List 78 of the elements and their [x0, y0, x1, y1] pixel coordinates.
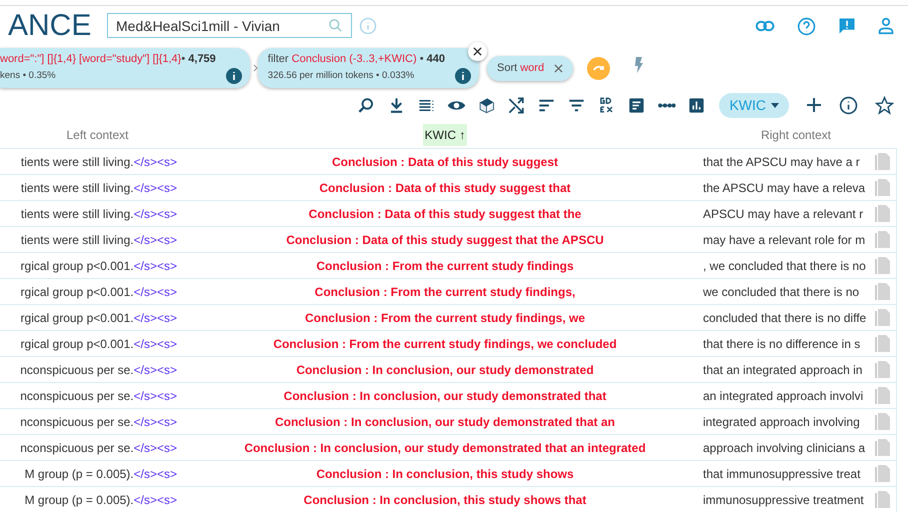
right-context: concluded that there is no diffe: [703, 310, 868, 326]
app-logo: ANCE: [8, 11, 92, 41]
left-context: tients were still living.</s><s>: [20, 206, 177, 222]
left-context: nconspicuous per se.</s><s>: [20, 362, 177, 378]
kwic-text[interactable]: Conclusion : From the current study findings: [316, 256, 574, 274]
right-context: that the APSCU may have a r: [703, 154, 861, 170]
left-context: rgical group p<0.001.</s><s>: [20, 310, 177, 326]
right-context: an integrated approach involvi: [703, 388, 864, 404]
right-context: , we concluded that there is no: [703, 258, 867, 274]
cube-icon[interactable]: [477, 96, 496, 114]
left-context: M group (p = 0.005).</s><s>: [24, 492, 177, 508]
star-icon[interactable]: [875, 96, 894, 114]
left-context: tients were still living.</s><s>: [20, 232, 177, 248]
view-dropdown[interactable]: KWIC: [719, 92, 789, 118]
bar-chart-icon[interactable]: [687, 96, 706, 114]
kwic-text[interactable]: Conclusion : Data of this study suggest that: [319, 178, 571, 196]
left-context: rgical group p<0.001.</s><s>: [20, 284, 177, 300]
right-context: may have a relevant role for m: [703, 232, 866, 248]
chevron-icon: [252, 64, 258, 72]
right-context: we concluded that there is no: [703, 284, 860, 300]
corpus-field[interactable]: Med&HealSci1mill - Vivian: [107, 13, 352, 38]
sort-chip[interactable]: Sort word: [486, 56, 574, 80]
kwic-text[interactable]: Conclusion : In conclusion, our study demonstrated that an integrated: [244, 438, 646, 456]
right-context: that immunosuppressive treat: [703, 466, 862, 482]
info-icon[interactable]: [839, 96, 858, 114]
caret-icon: [771, 102, 779, 108]
help-icon[interactable]: [797, 16, 816, 36]
search-icon: [328, 18, 343, 34]
query-chip[interactable]: word=":"] []{1,4} [word="study"] []{1,4}• 4,759 kens • 0.35%: [0, 48, 250, 88]
left-context: nconspicuous per se.</s><s>: [20, 388, 177, 404]
left-context: M group (p = 0.005).</s><s>: [24, 466, 177, 482]
column-header[interactable]: KWIC ↑: [422, 124, 468, 146]
kwic-text[interactable]: Conclusion : Data of this study suggest that the: [308, 204, 582, 222]
kwic-text[interactable]: Conclusion : Data of this study suggest: [332, 152, 558, 170]
close-icon[interactable]: [554, 64, 564, 72]
query-chip[interactable]: filter Conclusion (-3..3,+KWIC) • 440 326.56 per million tokens • 0.033%: [258, 48, 479, 88]
right-context: integrated approach involving: [703, 414, 861, 430]
document-icon[interactable]: [627, 96, 646, 114]
left-context: rgical group p<0.001.</s><s>: [20, 258, 177, 274]
right-context: immunosuppressive treatment: [703, 492, 865, 508]
redo-icon: [592, 64, 605, 72]
right-context: approach involving clinicians a: [703, 440, 866, 456]
info-icon[interactable]: [454, 68, 471, 84]
column-header[interactable]: Right context: [760, 124, 832, 146]
sort-label: Sort word: [496, 60, 544, 76]
left-context: tients were still living.</s><s>: [20, 180, 177, 196]
lightning-icon[interactable]: [634, 57, 644, 73]
query-stats: 326.56 per million tokens • 0.033%: [268, 69, 416, 84]
shuffle-icon[interactable]: [507, 96, 526, 114]
left-context: rgical group p<0.001.</s><s>: [20, 336, 177, 352]
left-context: nconspicuous per se.</s><s>: [20, 440, 177, 456]
link-icon[interactable]: [755, 19, 775, 33]
right-context: that there is no difference in s: [703, 336, 862, 352]
kwic-text[interactable]: Conclusion : In conclusion, our study demonstrated that: [284, 386, 606, 404]
info-icon[interactable]: [226, 68, 242, 84]
query-text: filter Conclusion (-3..3,+KWIC) • 440: [268, 52, 445, 68]
kwic-text[interactable]: Conclusion : From the current study findings, we concluded: [273, 334, 617, 352]
column-header[interactable]: Left context: [66, 124, 129, 146]
right-context: that an integrated approach in: [703, 362, 864, 378]
query-stats: kens • 0.35%: [0, 69, 57, 84]
kwic-text[interactable]: Conclusion : In conclusion, this study shows that: [304, 490, 586, 508]
user-icon[interactable]: [878, 17, 894, 35]
redo-button[interactable]: [587, 56, 610, 80]
kwic-text[interactable]: Conclusion : From the current study findings,: [314, 282, 576, 300]
right-context: the APSCU may have a releva: [703, 180, 866, 196]
kwic-text[interactable]: Conclusion : Data of this study suggest that the APSCU: [286, 230, 604, 248]
plus-icon[interactable]: [806, 97, 822, 113]
right-context: APSCU may have a relevant r: [703, 206, 864, 222]
close-button[interactable]: [468, 42, 487, 62]
query-text: word=":"] []{1,4} [word="study"] []{1,4}• 4,759: [0, 52, 216, 68]
feedback-icon[interactable]: [838, 17, 856, 35]
close-icon: [472, 47, 482, 56]
kwic-text[interactable]: Conclusion : In conclusion, our study demonstrated: [296, 360, 594, 378]
kwic-text[interactable]: Conclusion : In conclusion, this study shows: [316, 464, 574, 482]
kwic-text[interactable]: Conclusion : In conclusion, our study demonstrated that an: [274, 412, 616, 430]
left-context: tients were still living.</s><s>: [20, 154, 177, 170]
left-context: nconspicuous per se.</s><s>: [20, 414, 177, 430]
kwic-text[interactable]: Conclusion : From the current study findings, we: [304, 308, 585, 326]
